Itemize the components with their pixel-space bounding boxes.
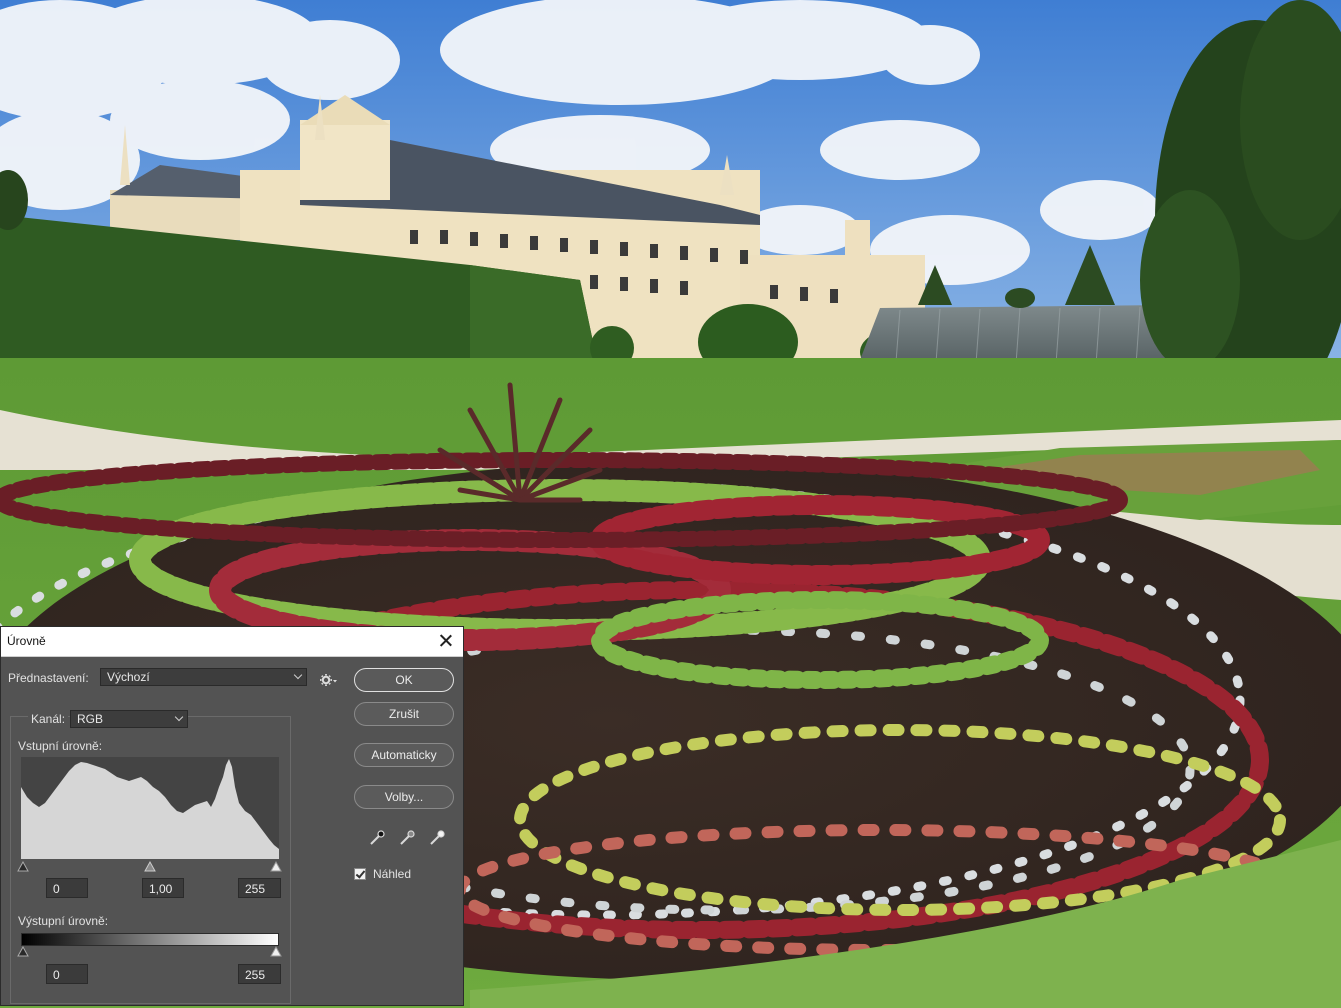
channel-select[interactable]: RGB (70, 710, 188, 728)
dialog-title: Úrovně (7, 634, 46, 648)
input-black-field[interactable]: 0 (46, 878, 88, 898)
input-slider[interactable] (16, 860, 286, 872)
gray-eyedropper-icon[interactable] (397, 828, 417, 848)
auto-button[interactable]: Automaticky (354, 743, 454, 767)
output-white-handle[interactable] (270, 945, 282, 957)
input-gamma-field[interactable]: 1,00 (142, 878, 184, 898)
preview-label: Náhled (373, 867, 412, 881)
input-gamma-handle[interactable] (144, 860, 156, 872)
gear-icon[interactable] (319, 671, 337, 689)
close-icon[interactable] (435, 630, 457, 652)
output-white-field[interactable]: 255 (238, 964, 281, 984)
input-black-handle[interactable] (17, 860, 29, 872)
options-button[interactable]: Volby... (354, 785, 454, 809)
white-eyedropper-icon[interactable] (427, 828, 447, 848)
channel-value: RGB (77, 712, 104, 726)
input-white-field[interactable]: 255 (238, 878, 281, 898)
preview-checkbox[interactable] (354, 868, 366, 880)
output-slider[interactable] (16, 945, 286, 957)
black-eyedropper-icon[interactable] (367, 828, 387, 848)
output-levels-label: Výstupní úrovně: (18, 914, 109, 928)
chevron-down-icon (174, 712, 184, 722)
ok-button[interactable]: OK (354, 668, 454, 692)
cancel-button[interactable]: Zrušit (354, 702, 454, 726)
channel-label: Kanál: (28, 712, 69, 726)
preset-label: Přednastavení: (8, 671, 89, 685)
input-white-handle[interactable] (270, 860, 282, 872)
input-levels-label: Vstupní úrovně: (18, 739, 103, 753)
preset-select[interactable]: Výchozí (100, 668, 307, 686)
histogram (21, 757, 279, 859)
output-black-field[interactable]: 0 (46, 964, 88, 984)
chevron-down-icon (293, 670, 303, 680)
preset-value: Výchozí (107, 670, 150, 684)
output-black-handle[interactable] (17, 945, 29, 957)
dialog-titlebar[interactable]: Úrovně (1, 627, 463, 657)
levels-dialog: Úrovně Přednastavení: Výchozí Kanál: RGB… (0, 626, 464, 1006)
histogram-area (21, 759, 279, 859)
